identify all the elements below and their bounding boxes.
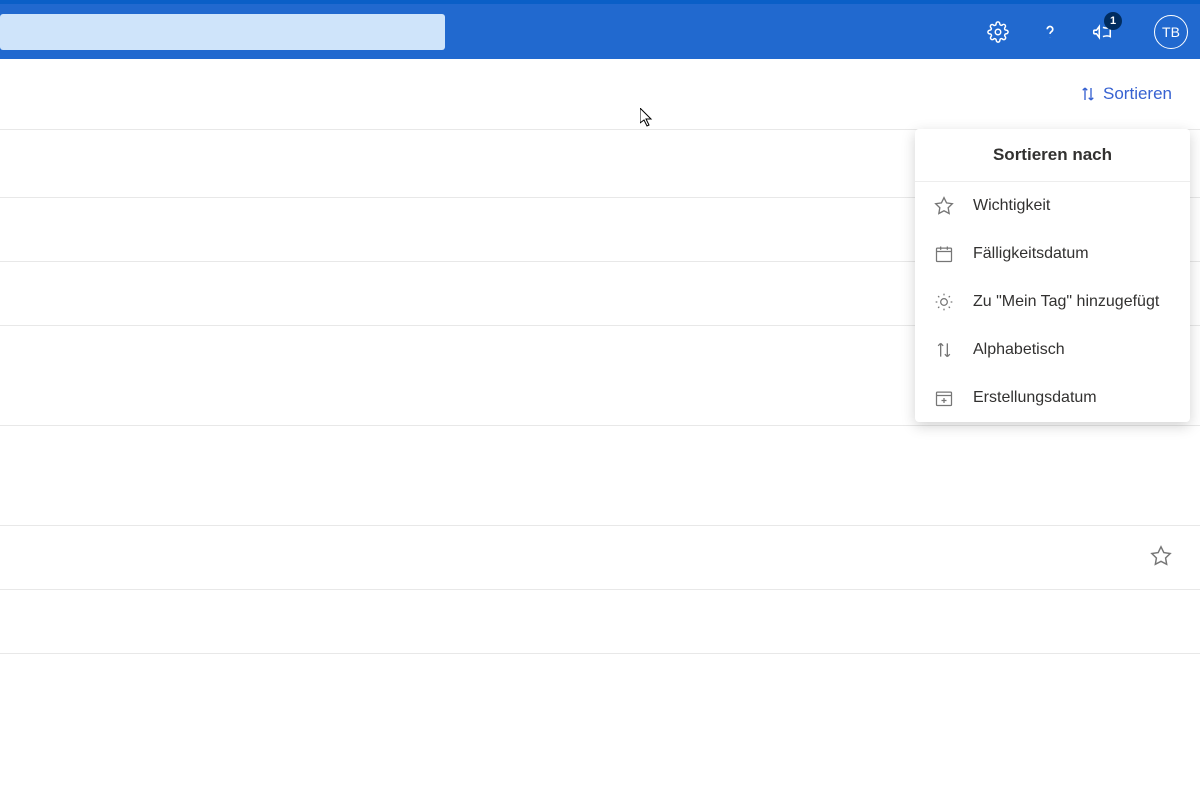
sort-option-label: Alphabetisch — [973, 341, 1065, 359]
sort-option-created[interactable]: Erstellungsdatum — [915, 374, 1190, 422]
app-header: 1 TB — [0, 4, 1200, 59]
sort-option-myday[interactable]: Zu "Mein Tag" hinzugefügt — [915, 278, 1190, 326]
list-item[interactable] — [0, 525, 1200, 589]
announcements-button[interactable]: 1 — [1090, 20, 1114, 44]
list-item[interactable] — [0, 589, 1200, 653]
search-input[interactable] — [0, 14, 445, 50]
star-icon[interactable] — [1150, 545, 1172, 567]
list-item[interactable] — [0, 425, 1200, 525]
calendar-icon — [933, 243, 955, 265]
sort-icon — [933, 339, 955, 361]
sort-label: Sortieren — [1103, 84, 1172, 104]
settings-button[interactable] — [986, 20, 1010, 44]
sort-menu: Sortieren nach Wichtigkeit Fälligkeitsda… — [915, 129, 1190, 422]
notification-badge: 1 — [1104, 12, 1122, 30]
gear-icon — [987, 21, 1009, 43]
star-icon — [933, 195, 955, 217]
list-item[interactable] — [0, 653, 1200, 733]
header-actions: 1 TB — [986, 15, 1188, 49]
calendar-plus-icon — [933, 387, 955, 409]
sort-option-label: Fälligkeitsdatum — [973, 245, 1089, 263]
sort-icon — [1079, 85, 1097, 103]
sun-icon — [933, 291, 955, 313]
sort-option-alphabetical[interactable]: Alphabetisch — [915, 326, 1190, 374]
avatar[interactable]: TB — [1154, 15, 1188, 49]
avatar-initials: TB — [1162, 24, 1180, 40]
sort-menu-title: Sortieren nach — [915, 129, 1190, 182]
sort-option-duedate[interactable]: Fälligkeitsdatum — [915, 230, 1190, 278]
sort-option-label: Zu "Mein Tag" hinzugefügt — [973, 293, 1159, 311]
sort-option-label: Wichtigkeit — [973, 197, 1050, 215]
list-toolbar: Sortieren — [0, 59, 1200, 129]
question-icon — [1039, 21, 1061, 43]
help-button[interactable] — [1038, 20, 1062, 44]
sort-option-label: Erstellungsdatum — [973, 389, 1097, 407]
sort-button[interactable]: Sortieren — [1079, 84, 1172, 104]
sort-option-importance[interactable]: Wichtigkeit — [915, 182, 1190, 230]
